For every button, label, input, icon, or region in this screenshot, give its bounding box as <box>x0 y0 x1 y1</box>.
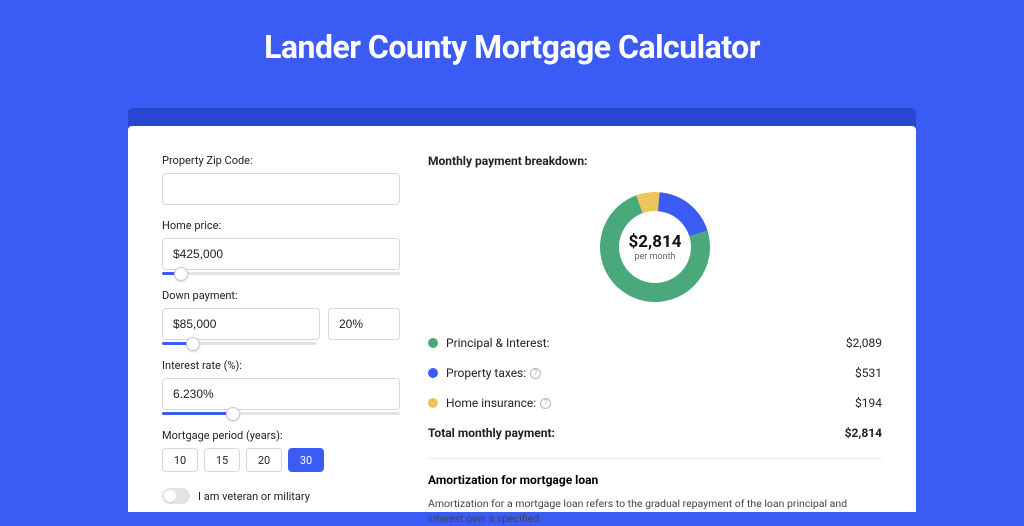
home-price-input[interactable] <box>162 238 400 270</box>
donut-center-value: $2,814 <box>629 232 682 252</box>
veteran-toggle[interactable] <box>162 488 190 504</box>
donut-chart: $2,814 per month <box>590 182 720 312</box>
breakdown-label: Property taxes:? <box>446 366 855 380</box>
home-price-label: Home price: <box>162 219 400 232</box>
legend-dot <box>428 368 438 378</box>
info-icon[interactable]: ? <box>540 398 551 409</box>
down-payment-field-group: Down payment: <box>162 289 400 345</box>
legend-dot <box>428 398 438 408</box>
breakdown-list: Principal & Interest:$2,089Property taxe… <box>428 328 882 448</box>
donut-chart-wrap: $2,814 per month <box>428 178 882 320</box>
interest-input[interactable] <box>162 378 400 410</box>
interest-slider[interactable] <box>162 412 400 415</box>
zip-field-group: Property Zip Code: <box>162 154 400 205</box>
amortization-title: Amortization for mortgage loan <box>428 473 882 487</box>
period-option-20[interactable]: 20 <box>246 448 282 472</box>
info-icon[interactable]: ? <box>530 368 541 379</box>
form-column: Property Zip Code: Home price: Down paym… <box>162 154 400 512</box>
period-label: Mortgage period (years): <box>162 429 400 442</box>
breakdown-value: $2,089 <box>846 336 882 350</box>
calculator-card: Property Zip Code: Home price: Down paym… <box>128 126 916 512</box>
period-option-15[interactable]: 15 <box>204 448 240 472</box>
interest-field-group: Interest rate (%): <box>162 359 400 415</box>
breakdown-row: Home insurance:?$194 <box>428 388 882 418</box>
breakdown-label: Principal & Interest: <box>446 336 846 350</box>
down-payment-label: Down payment: <box>162 289 400 302</box>
period-field-group: Mortgage period (years): 10152030 <box>162 429 400 472</box>
breakdown-label: Home insurance:? <box>446 396 855 410</box>
down-payment-pct-input[interactable] <box>328 308 400 340</box>
home-price-field-group: Home price: <box>162 219 400 275</box>
period-option-30[interactable]: 30 <box>288 448 324 472</box>
card-shadow <box>128 108 916 128</box>
amortization-section: Amortization for mortgage loan Amortizat… <box>428 458 882 526</box>
veteran-toggle-row: I am veteran or military <box>162 488 400 504</box>
breakdown-title: Monthly payment breakdown: <box>428 154 882 168</box>
down-payment-slider-thumb[interactable] <box>186 337 200 351</box>
breakdown-column: Monthly payment breakdown: $2,814 per mo… <box>428 154 882 512</box>
legend-dot <box>428 338 438 348</box>
donut-center-sub: per month <box>634 252 675 262</box>
interest-slider-thumb[interactable] <box>226 407 240 421</box>
zip-label: Property Zip Code: <box>162 154 400 167</box>
breakdown-value: $531 <box>855 366 882 380</box>
home-price-slider-thumb[interactable] <box>174 267 188 281</box>
interest-label: Interest rate (%): <box>162 359 400 372</box>
down-payment-slider[interactable] <box>162 342 317 345</box>
down-payment-input[interactable] <box>162 308 320 340</box>
breakdown-value: $194 <box>855 396 882 410</box>
breakdown-total-value: $2,814 <box>845 426 882 440</box>
breakdown-total-label: Total monthly payment: <box>428 426 845 440</box>
home-price-slider[interactable] <box>162 272 400 275</box>
breakdown-row: Principal & Interest:$2,089 <box>428 328 882 358</box>
page-title: Lander County Mortgage Calculator <box>0 0 1024 84</box>
period-option-10[interactable]: 10 <box>162 448 198 472</box>
zip-input[interactable] <box>162 173 400 205</box>
breakdown-total-row: Total monthly payment:$2,814 <box>428 418 882 448</box>
donut-segment <box>658 192 708 236</box>
veteran-label: I am veteran or military <box>198 490 310 503</box>
breakdown-row: Property taxes:?$531 <box>428 358 882 388</box>
